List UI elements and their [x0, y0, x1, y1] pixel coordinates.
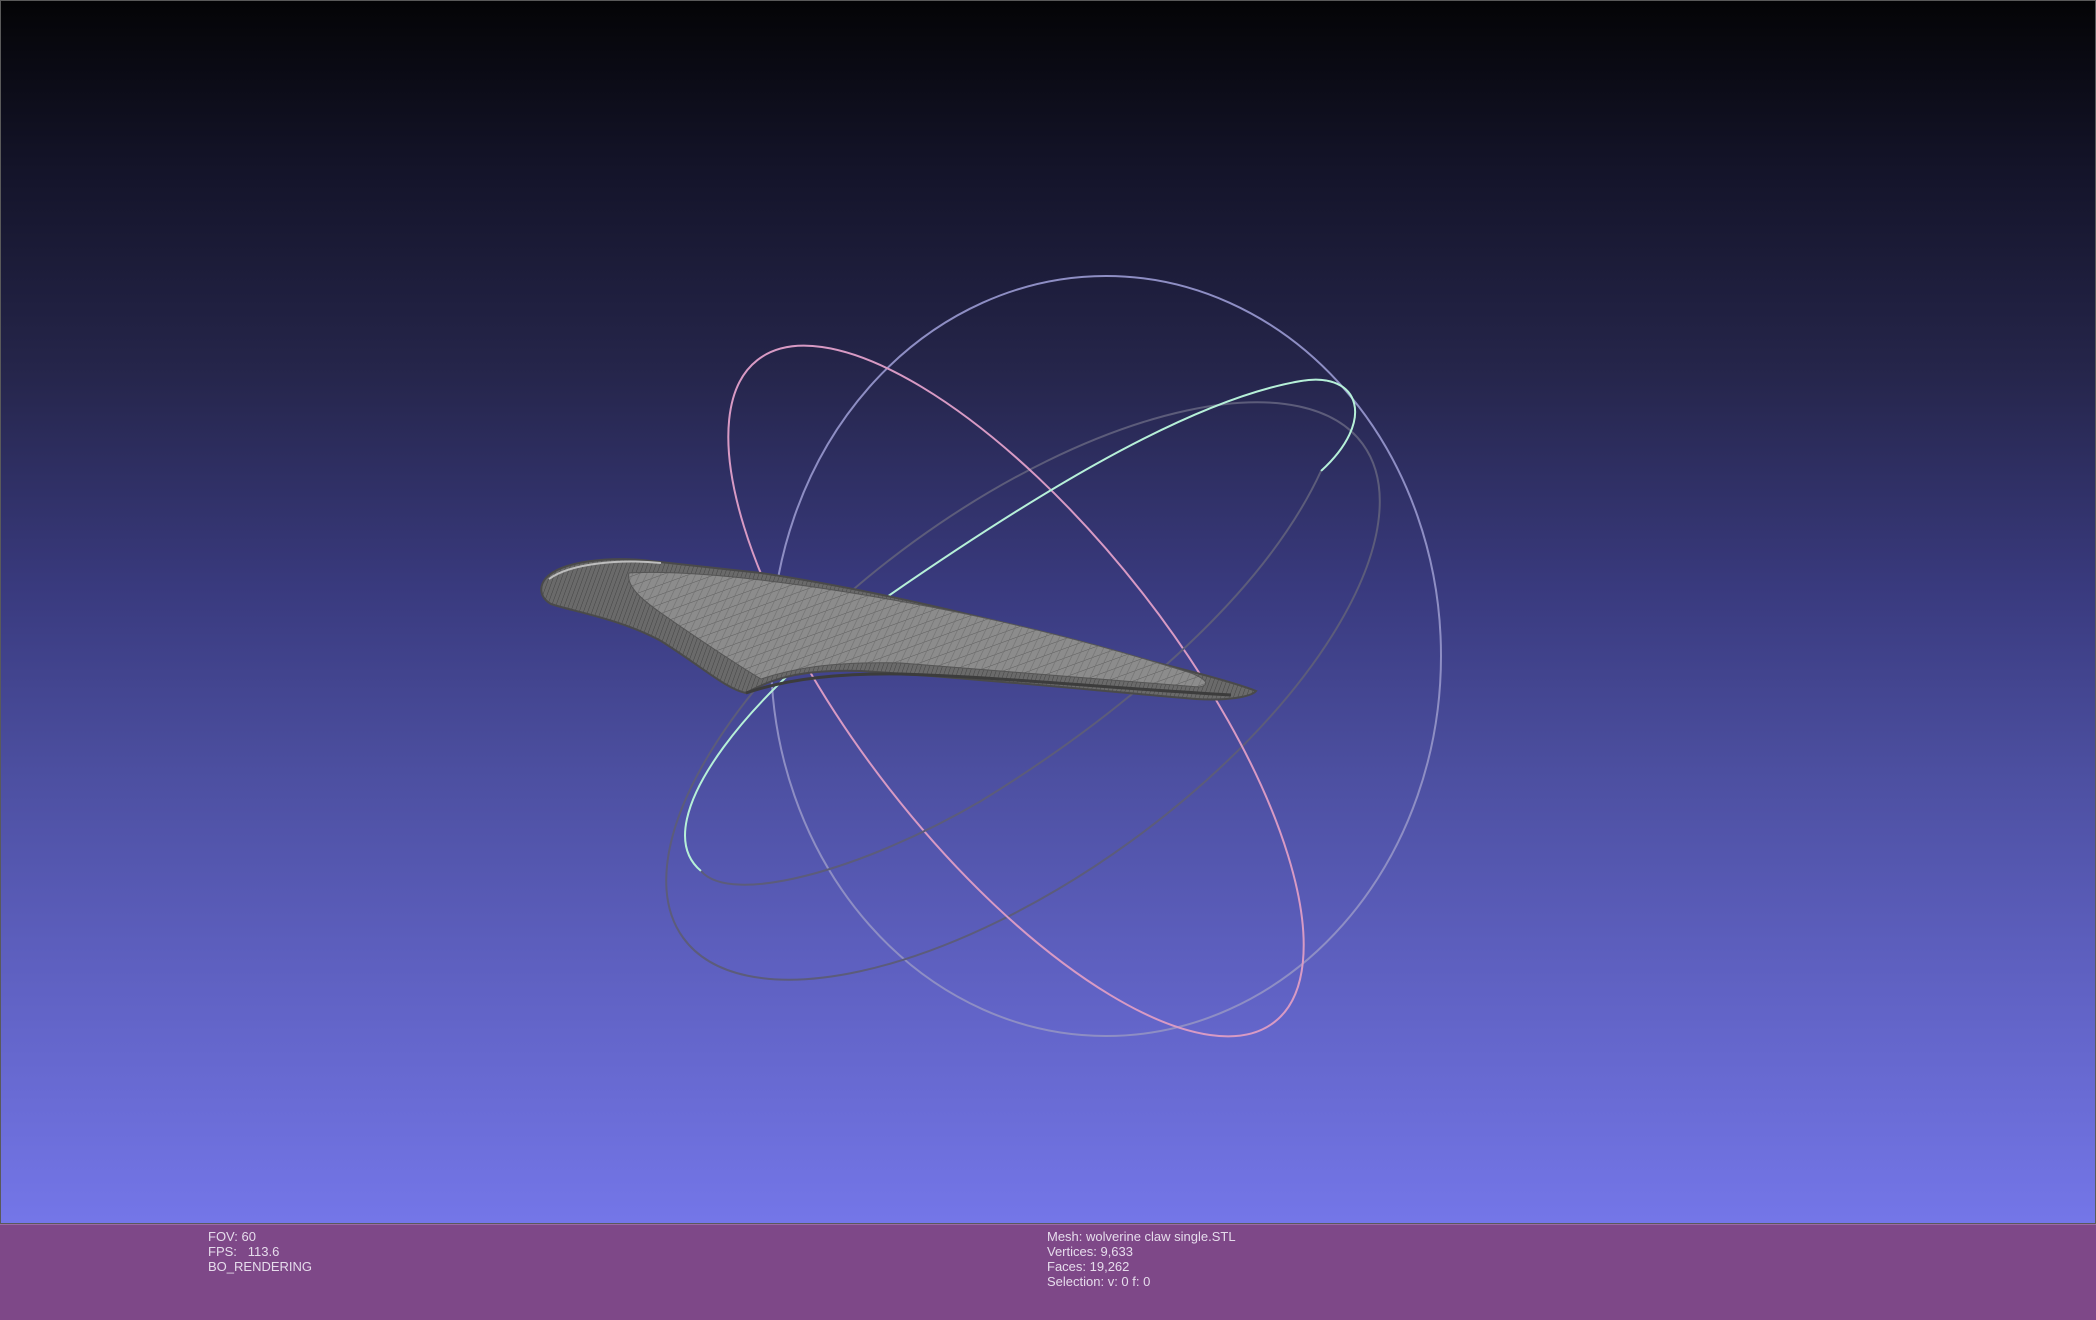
scene-canvas[interactable]	[1, 1, 2096, 1225]
fps-readout: FPS: 113.6	[208, 1244, 280, 1259]
trackball-back-ring	[665, 401, 1381, 981]
mesh-name-readout: Mesh: wolverine claw single.STL	[1047, 1229, 1236, 1244]
render-mode-readout: BO_RENDERING	[208, 1259, 313, 1274]
info-bar: FOV: 60 FPS: 113.6 BO_RENDERING Mesh: wo…	[0, 1224, 2096, 1320]
selection-readout: Selection: v: 0 f: 0	[1047, 1274, 1151, 1289]
vertices-readout: Vertices: 9,633	[1047, 1244, 1133, 1259]
fov-readout: FOV: 60	[208, 1229, 256, 1244]
mesh-info: Mesh: wolverine claw single.STL Vertices…	[1047, 1229, 1236, 1289]
render-info: FOV: 60 FPS: 113.6 BO_RENDERING	[208, 1229, 312, 1274]
3d-viewport[interactable]	[0, 0, 2096, 1224]
mesh-wolverine-claw[interactable]	[540, 558, 1258, 701]
faces-readout: Faces: 19,262	[1047, 1259, 1130, 1274]
